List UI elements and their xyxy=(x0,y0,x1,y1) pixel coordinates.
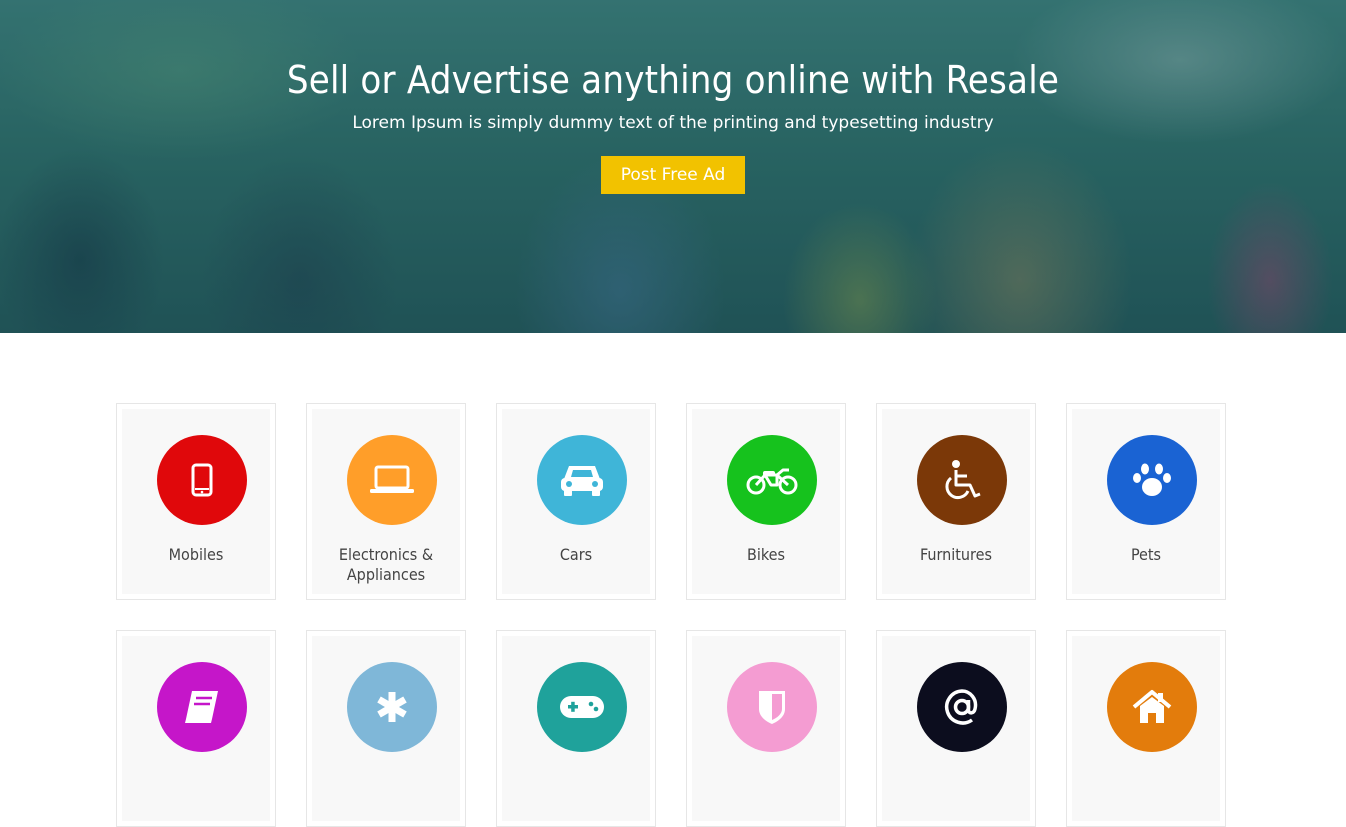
category-card-inner: Mobiles xyxy=(122,409,270,594)
hero-banner: Sell or Advertise anything online with R… xyxy=(0,0,1346,333)
category-icon-circle xyxy=(727,662,817,752)
wheelchair-icon xyxy=(942,459,982,501)
category-card-inner: Pets xyxy=(1072,409,1220,594)
category-card-inner xyxy=(122,636,270,821)
category-card-inner: Cars xyxy=(502,409,650,594)
hero-content: Sell or Advertise anything online with R… xyxy=(0,0,1346,194)
category-card-mobiles[interactable]: Mobiles xyxy=(116,403,276,600)
category-card-furnitures[interactable]: Furnitures xyxy=(876,403,1036,600)
category-label: Electronics & Appliances xyxy=(338,545,434,584)
category-icon-circle xyxy=(157,435,247,525)
category-icon-circle xyxy=(347,435,437,525)
category-card-inner xyxy=(312,636,460,821)
asterisk-icon xyxy=(375,690,409,724)
category-label: Bikes xyxy=(747,545,785,564)
category-card-inner: Bikes xyxy=(692,409,840,594)
category-label: Furnitures xyxy=(920,545,992,564)
category-card-inner: Electronics & Appliances xyxy=(312,409,460,594)
category-card-inner xyxy=(692,636,840,821)
paw-icon xyxy=(1132,462,1172,498)
category-card-electronics[interactable]: Electronics & Appliances xyxy=(306,403,466,600)
gamepad-icon xyxy=(558,692,606,722)
category-card-inner xyxy=(502,636,650,821)
category-icon-circle xyxy=(347,662,437,752)
category-card-real-estate[interactable] xyxy=(1066,630,1226,827)
hero-title: Sell or Advertise anything online with R… xyxy=(286,58,1060,102)
laptop-icon xyxy=(369,465,415,495)
hero-subtitle: Lorem Ipsum is simply dummy text of the … xyxy=(352,113,994,133)
category-icon-circle xyxy=(1107,662,1197,752)
category-icon-circle xyxy=(1107,435,1197,525)
category-card-pets[interactable]: Pets xyxy=(1066,403,1226,600)
category-grid: Mobiles Electronics & Appliances Cars Bi… xyxy=(116,403,1226,827)
category-icon-circle xyxy=(727,435,817,525)
category-icon-circle xyxy=(917,662,1007,752)
category-card-services[interactable] xyxy=(306,630,466,827)
category-card-fashion[interactable] xyxy=(686,630,846,827)
category-card-inner xyxy=(882,636,1030,821)
car-icon xyxy=(559,462,605,498)
category-card-games[interactable] xyxy=(496,630,656,827)
category-icon-circle xyxy=(157,662,247,752)
home-icon xyxy=(1132,689,1172,725)
category-label: Pets xyxy=(1130,545,1162,564)
category-label: Cars xyxy=(559,545,593,564)
category-icon-circle xyxy=(917,435,1007,525)
book-icon xyxy=(184,689,220,725)
category-card-inner xyxy=(1072,636,1220,821)
category-card-bikes[interactable]: Bikes xyxy=(686,403,846,600)
category-icon-circle xyxy=(537,435,627,525)
category-label: Mobiles xyxy=(168,545,224,564)
shield-icon xyxy=(757,689,787,725)
category-card-cars[interactable]: Cars xyxy=(496,403,656,600)
category-card-email[interactable] xyxy=(876,630,1036,827)
post-free-ad-button[interactable]: Post Free Ad xyxy=(600,156,746,194)
mobile-icon xyxy=(191,463,213,497)
category-icon-circle xyxy=(537,662,627,752)
category-card-books[interactable] xyxy=(116,630,276,827)
motorcycle-icon xyxy=(745,464,799,496)
at-sign-icon xyxy=(943,688,981,726)
category-card-inner: Furnitures xyxy=(882,409,1030,594)
